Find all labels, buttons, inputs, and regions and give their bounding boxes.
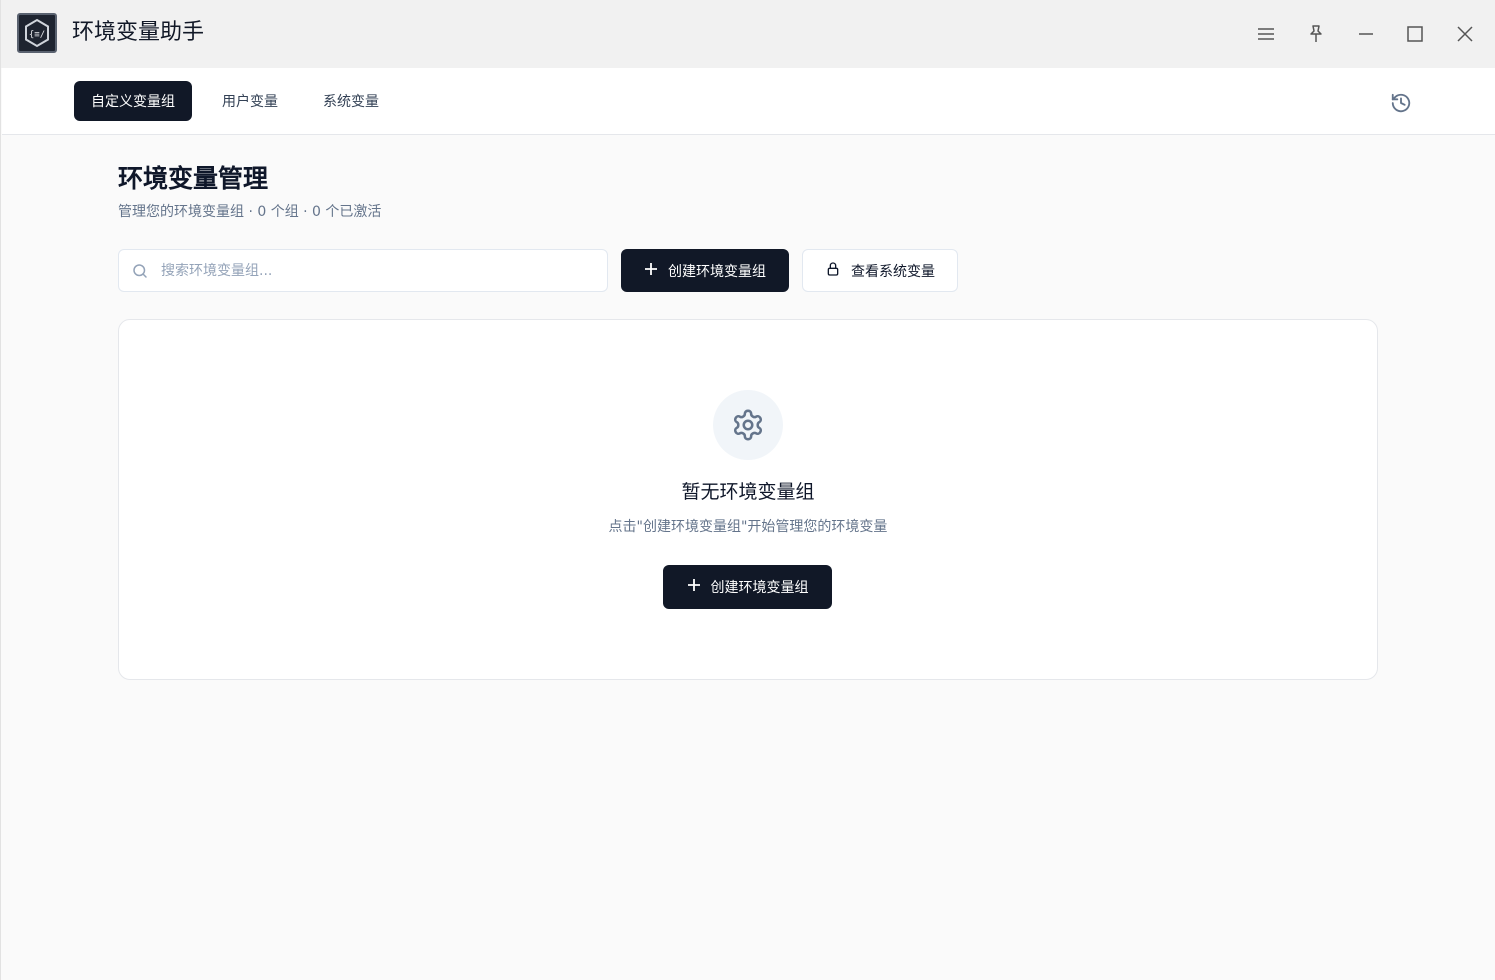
app-title: 环境变量助手 — [72, 20, 205, 45]
search-icon — [131, 262, 149, 284]
lock-icon — [825, 261, 841, 281]
create-group-button-label: 创建环境变量组 — [668, 263, 766, 280]
page-title: 环境变量管理 — [118, 164, 269, 193]
create-group-button[interactable]: 创建环境变量组 — [621, 249, 789, 292]
menu-icon[interactable] — [1251, 19, 1281, 49]
minimize-icon[interactable] — [1351, 19, 1381, 49]
page-subtitle: 管理您的环境变量组 · 0 个组 · 0 个已激活 — [118, 204, 382, 220]
plus-icon — [687, 578, 701, 596]
search-box — [118, 249, 608, 292]
view-system-variables-button[interactable]: 查看系统变量 — [802, 249, 958, 292]
app-window: {≡/ 环境变量助手 自定义变量组 用户变量 系统变量 环境变量管理 管理您的环… — [0, 0, 1495, 980]
empty-state-title: 暂无环境变量组 — [681, 481, 815, 503]
tab-bar: 自定义变量组 用户变量 系统变量 — [2, 68, 1495, 135]
gear-icon — [713, 390, 783, 460]
plus-icon — [644, 262, 658, 280]
search-input[interactable] — [161, 250, 601, 291]
empty-create-group-button-label: 创建环境变量组 — [710, 580, 809, 596]
svg-text:{≡/: {≡/ — [29, 30, 45, 40]
code-hexagon-icon: {≡/ — [17, 13, 57, 53]
title-bar: {≡/ 环境变量助手 — [1, 0, 1495, 68]
tab-user-variables[interactable]: 用户变量 — [205, 81, 295, 121]
view-system-variables-label: 查看系统变量 — [851, 263, 935, 280]
empty-create-group-button[interactable]: 创建环境变量组 — [663, 565, 832, 609]
tab-custom-groups[interactable]: 自定义变量组 — [74, 81, 192, 121]
tab-system-variables[interactable]: 系统变量 — [306, 81, 396, 121]
close-icon[interactable] — [1450, 19, 1480, 49]
empty-state-description: 点击"创建环境变量组"开始管理您的环境变量 — [608, 519, 888, 535]
maximize-icon[interactable] — [1400, 19, 1430, 49]
empty-state-card: 暂无环境变量组 点击"创建环境变量组"开始管理您的环境变量 创建环境变量组 — [118, 319, 1378, 680]
pin-icon[interactable] — [1301, 19, 1331, 49]
history-icon[interactable] — [1386, 88, 1416, 118]
